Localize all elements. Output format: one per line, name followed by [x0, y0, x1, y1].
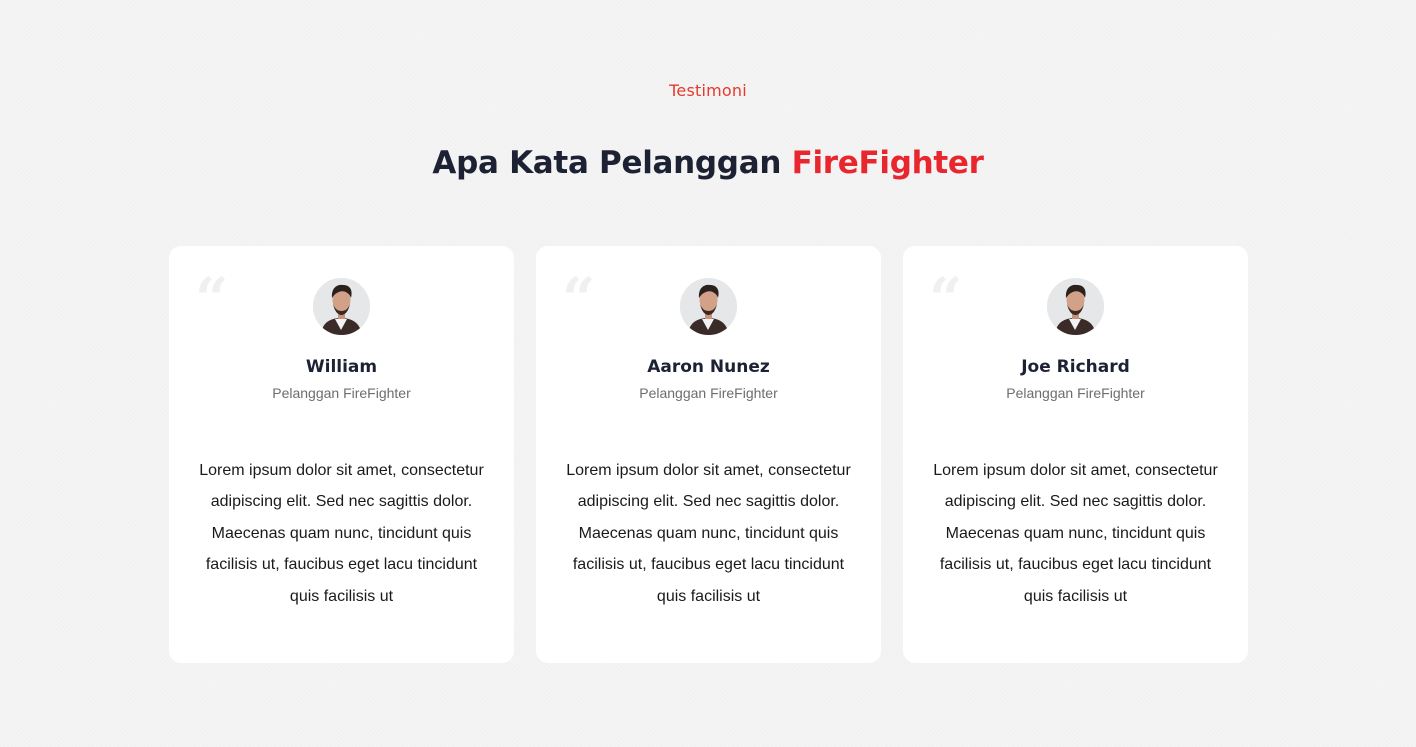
section-title-accent: FireFighter — [791, 145, 984, 181]
testimonial-text: Lorem ipsum dolor sit amet, consectetur … — [933, 462, 1218, 605]
quote-mark-icon: “ — [929, 265, 963, 333]
quote-mark-icon: “ — [195, 265, 229, 333]
testimonial-card: “ Joe Richard Pelanggan FireFighter Lore… — [903, 246, 1248, 663]
customer-role: Pelanggan FireFighter — [272, 385, 411, 401]
testimonial-card: “ Aaron Nunez Pelanggan FireFighter Lore… — [536, 246, 881, 663]
section-title-main: Apa Kata Pelanggan — [432, 145, 792, 181]
avatar — [313, 278, 370, 335]
avatar — [1047, 278, 1104, 335]
testimonial-card: “ William Pelanggan FireFighter Lorem ip… — [169, 246, 514, 663]
testimonial-text: Lorem ipsum dolor sit amet, consectetur … — [566, 462, 851, 605]
testimonial-cards: “ William Pelanggan FireFighter Lorem ip… — [169, 246, 1248, 663]
customer-name: William — [305, 357, 378, 377]
customer-role: Pelanggan FireFighter — [639, 385, 778, 401]
avatar — [680, 278, 737, 335]
customer-name: Joe Richard — [1021, 357, 1130, 377]
section-eyebrow: Testimoni — [669, 81, 747, 100]
testimonial-text: Lorem ipsum dolor sit amet, consectetur … — [199, 462, 484, 605]
customer-name: Aaron Nunez — [647, 357, 770, 377]
quote-mark-icon: “ — [562, 265, 596, 333]
customer-role: Pelanggan FireFighter — [1006, 385, 1145, 401]
section-title: Apa Kata Pelanggan FireFighter — [0, 145, 1416, 181]
